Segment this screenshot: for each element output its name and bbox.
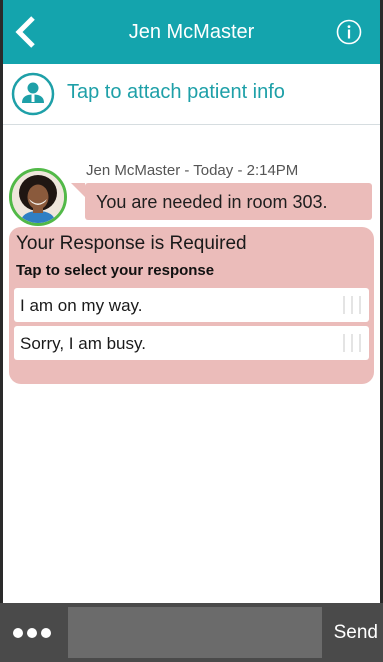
response-option-label: Sorry, I am busy. <box>20 334 146 353</box>
more-dots-icon <box>13 628 51 638</box>
compose-bar: Send <box>0 603 383 662</box>
chat-header: Jen McMaster <box>3 0 380 64</box>
drag-handle-icon <box>343 296 361 314</box>
drag-handle-icon <box>343 334 361 352</box>
patient-icon <box>11 72 55 116</box>
message-bubble: You are needed in room 303. <box>71 183 372 220</box>
avatar <box>9 168 67 226</box>
info-circle-icon <box>336 19 362 45</box>
response-option-busy[interactable]: Sorry, I am busy. <box>14 326 369 360</box>
more-options-button[interactable] <box>12 624 56 642</box>
response-card: Your Response is Required Tap to select … <box>9 227 374 384</box>
response-title: Your Response is Required <box>16 233 247 254</box>
message-text: You are needed in room 303. <box>96 192 328 212</box>
message-meta: Jen McMaster - Today - 2:14PM <box>86 162 299 179</box>
response-subtitle: Tap to select your response <box>16 262 215 279</box>
attach-patient-info-button[interactable]: Tap to attach patient info <box>3 64 380 125</box>
attach-patient-info-label: Tap to attach patient info <box>67 81 285 103</box>
response-option-label: I am on my way. <box>20 296 143 315</box>
response-option-on-my-way[interactable]: I am on my way. <box>14 288 369 322</box>
send-button[interactable]: Send <box>334 622 378 644</box>
info-button[interactable] <box>336 19 362 45</box>
message-input[interactable] <box>68 607 322 658</box>
chat-title: Jen McMaster <box>128 21 255 43</box>
